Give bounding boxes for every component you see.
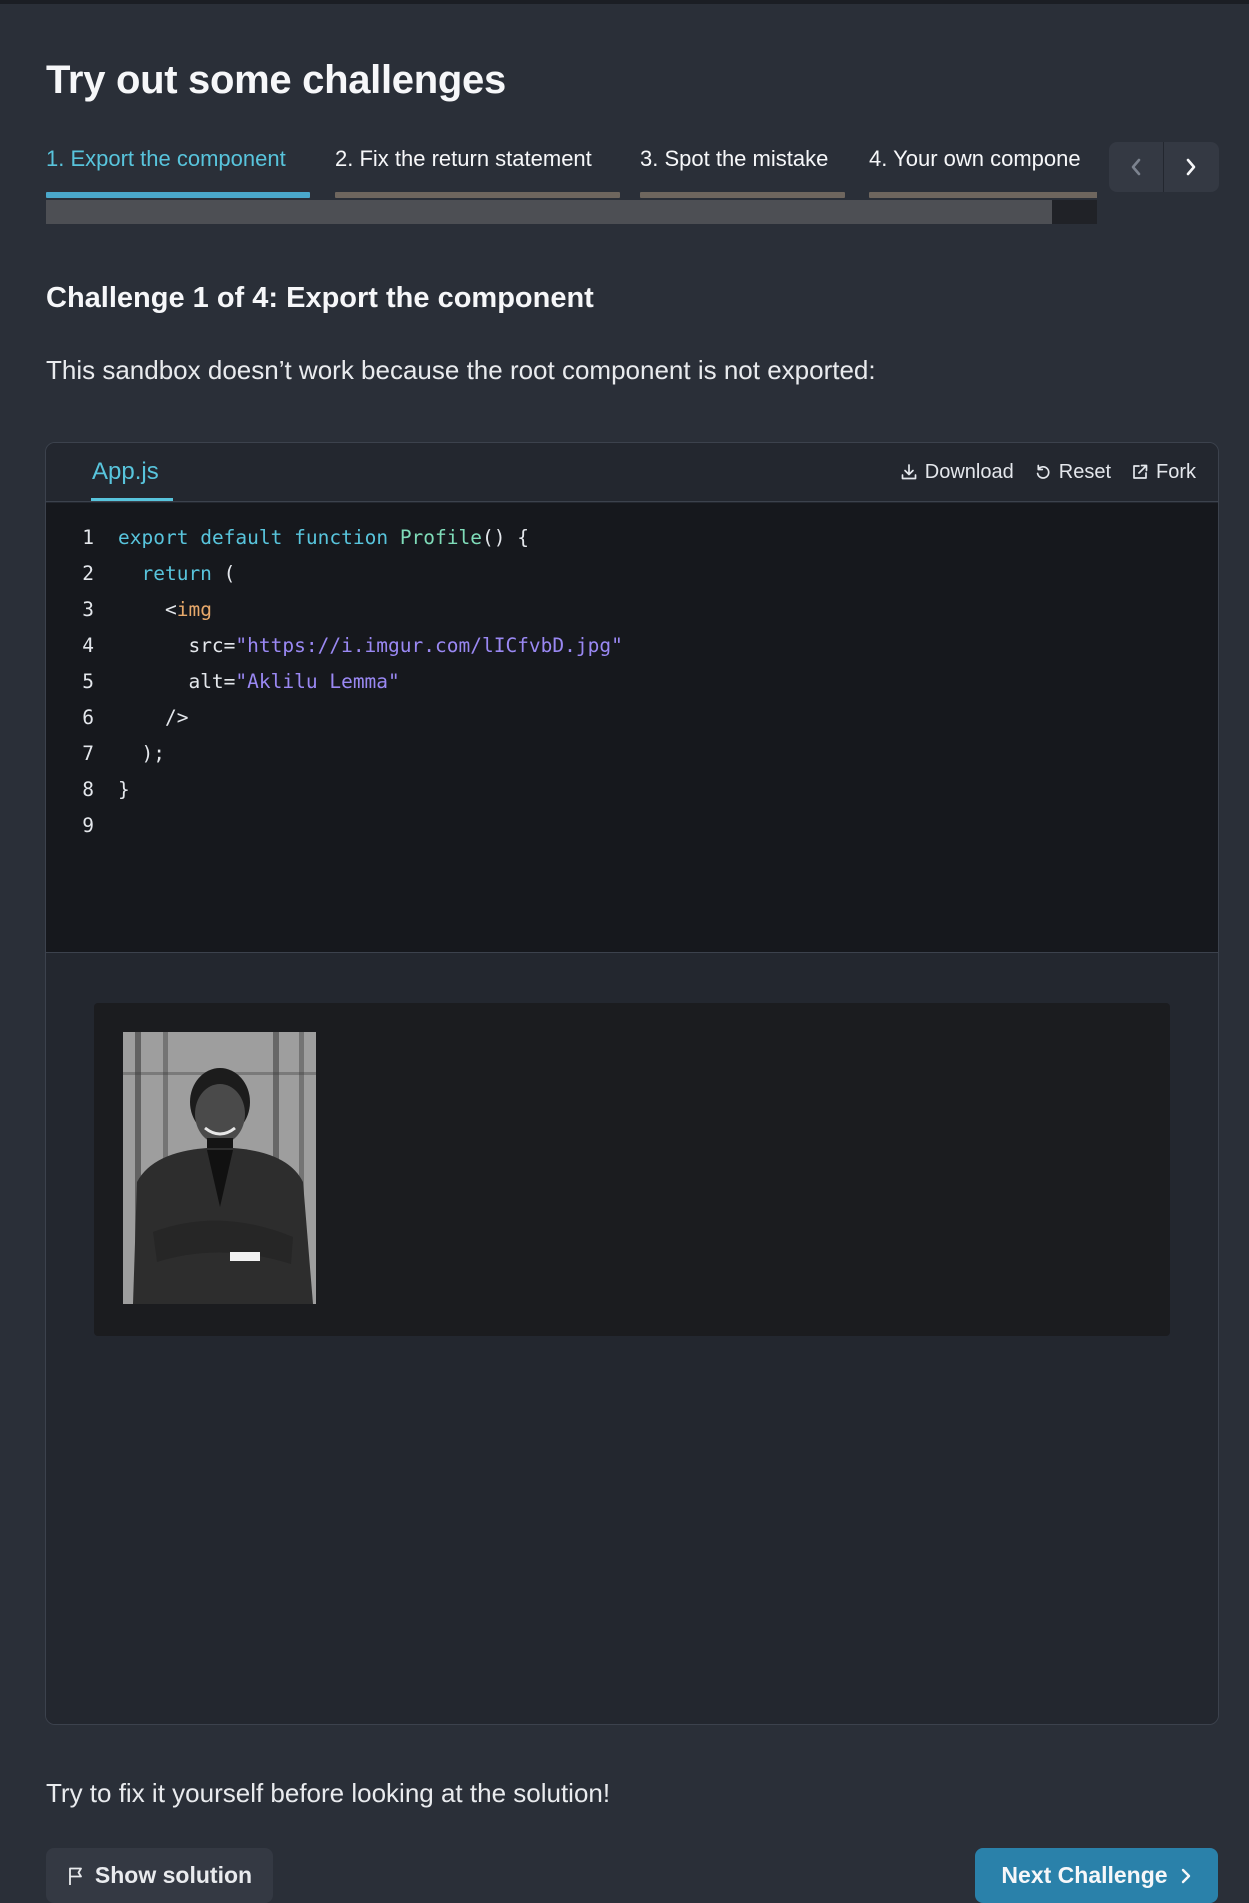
chevron-right-icon bbox=[1186, 158, 1196, 176]
code-line: 1 export default function Profile() { bbox=[46, 520, 1218, 556]
reset-button[interactable]: Reset bbox=[1034, 461, 1111, 484]
tab-label: 1. Export the component bbox=[46, 146, 286, 171]
code-line: 2 return ( bbox=[46, 556, 1218, 592]
reset-icon bbox=[1036, 464, 1050, 479]
challenge-description: This sandbox doesn’t work because the ro… bbox=[46, 355, 876, 385]
external-link-icon bbox=[1133, 464, 1148, 479]
line-number: 2 bbox=[82, 562, 94, 585]
challenge-tabs: 1. Export the component 2. Fix the retur… bbox=[46, 142, 1097, 200]
line-number: 5 bbox=[82, 670, 94, 693]
challenge-name: Export the component bbox=[286, 282, 594, 314]
code-text: /> bbox=[118, 706, 189, 729]
code-line: 9 bbox=[46, 808, 1218, 844]
chevron-right-icon bbox=[1181, 1868, 1190, 1883]
line-number: 8 bbox=[82, 778, 94, 801]
tab-navigation bbox=[1109, 142, 1219, 192]
tab-indicator bbox=[335, 192, 620, 198]
profile-image bbox=[123, 1032, 316, 1304]
flag-icon bbox=[69, 1867, 82, 1885]
tab-export-component[interactable]: 1. Export the component bbox=[46, 142, 310, 200]
code-line: 4 src="https://i.imgur.com/lICfvbD.jpg" bbox=[46, 628, 1218, 664]
code-text: export default function Profile() { bbox=[118, 526, 529, 549]
file-tab-app-js[interactable]: App.js bbox=[92, 443, 159, 501]
next-challenge-button[interactable]: Next Challenge bbox=[975, 1848, 1218, 1903]
code-editor[interactable]: 1 export default function Profile() { 2 r… bbox=[46, 503, 1218, 952]
code-text: <img bbox=[164, 598, 212, 621]
sandbox-actions: Download Reset Fork bbox=[900, 443, 1196, 501]
tab-own-component[interactable]: 4. Your own compone bbox=[869, 142, 1097, 200]
show-solution-button[interactable]: Show solution bbox=[46, 1848, 273, 1903]
show-solution-label: Show solution bbox=[94, 1862, 253, 1888]
code-text: src="https://i.imgur.com/lICfvbD.jpg" bbox=[188, 634, 623, 657]
code-text: alt="Aklilu Lemma" bbox=[188, 670, 400, 693]
chevron-left-icon bbox=[1131, 158, 1141, 176]
code-line: 6 /> bbox=[46, 700, 1218, 736]
tab-label: 2. Fix the return statement bbox=[335, 146, 592, 171]
download-label: Download bbox=[924, 460, 1014, 483]
line-number: 4 bbox=[82, 634, 94, 657]
download-icon bbox=[901, 464, 917, 480]
page-title: Try out some challenges bbox=[46, 58, 506, 102]
code-line: 7 ); bbox=[46, 736, 1218, 772]
line-number: 6 bbox=[82, 706, 94, 729]
sandbox-preview bbox=[46, 952, 1218, 1724]
line-number: 7 bbox=[82, 742, 94, 765]
code-text: } bbox=[118, 778, 130, 801]
tab-fix-return-statement[interactable]: 2. Fix the return statement bbox=[335, 142, 620, 200]
preview-frame bbox=[94, 1003, 1170, 1336]
tab-label: 4. Your own compone bbox=[869, 146, 1081, 171]
tabs-scrollbar-thumb[interactable] bbox=[46, 200, 1052, 224]
code-line: 3 <img bbox=[46, 592, 1218, 628]
challenge-counter: Challenge 1 of 4: bbox=[46, 282, 279, 314]
tab-spot-mistake[interactable]: 3. Spot the mistake bbox=[640, 142, 845, 200]
line-number: 1 bbox=[82, 526, 94, 549]
previous-tab-button[interactable] bbox=[1109, 142, 1163, 192]
hint-text: Try to fix it yourself before looking at… bbox=[46, 1778, 611, 1808]
sandbox-header: App.js Download Reset Fork bbox=[46, 443, 1218, 502]
tab-indicator bbox=[640, 192, 845, 198]
reset-label: Reset bbox=[1058, 460, 1111, 483]
download-button[interactable]: Download bbox=[900, 461, 1014, 484]
fork-button[interactable]: Fork bbox=[1131, 461, 1196, 484]
tab-indicator bbox=[46, 192, 310, 198]
code-line: 5 alt="Aklilu Lemma" bbox=[46, 664, 1218, 700]
fork-label: Fork bbox=[1156, 460, 1196, 483]
code-sandbox: App.js Download Reset Fork 1 export defau… bbox=[45, 442, 1219, 1725]
tab-indicator bbox=[869, 192, 1097, 198]
line-number: 3 bbox=[82, 598, 94, 621]
file-tab-indicator bbox=[91, 498, 173, 501]
code-line: 8} bbox=[46, 772, 1218, 808]
challenge-title: Challenge 1 of 4: Export the component bbox=[46, 282, 594, 315]
next-challenge-label: Next Challenge bbox=[1001, 1862, 1168, 1888]
line-number: 9 bbox=[82, 814, 94, 837]
code-text: ); bbox=[118, 742, 165, 765]
tab-label: 3. Spot the mistake bbox=[640, 146, 829, 171]
code-text: return ( bbox=[141, 562, 236, 585]
portrait-photo-icon bbox=[123, 1032, 316, 1304]
next-tab-button[interactable] bbox=[1164, 142, 1218, 192]
